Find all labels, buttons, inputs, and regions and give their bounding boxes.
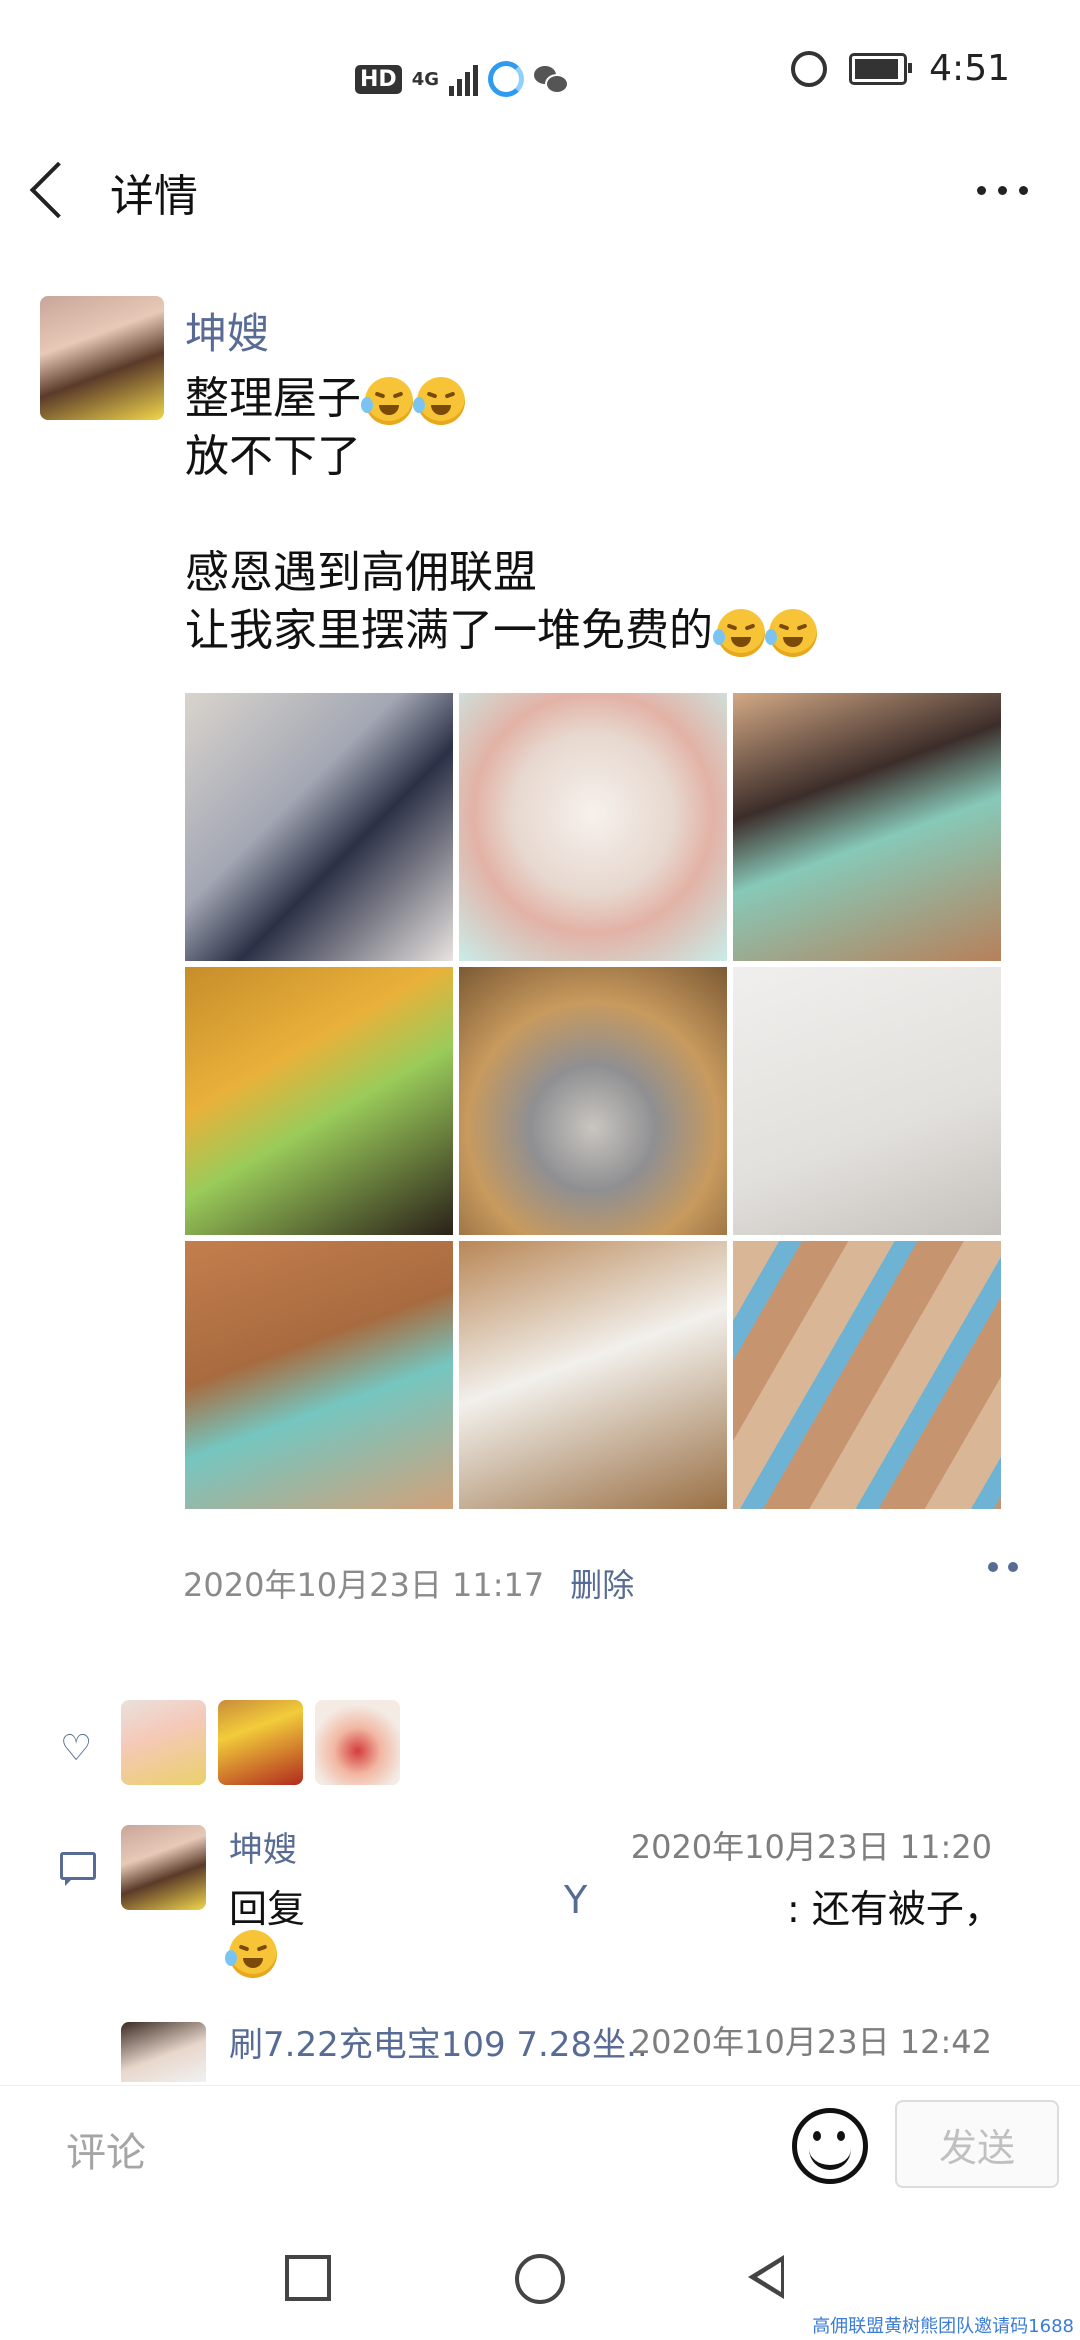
comment-text: 回复 Y : 还有被子， (229, 1878, 1009, 1933)
comment-author-avatar[interactable] (121, 1825, 206, 1910)
like-avatars (121, 1700, 400, 1785)
back-arrow-icon[interactable] (29, 161, 87, 219)
photo-1[interactable] (185, 693, 453, 961)
status-left: HD 4G (355, 55, 569, 103)
post-line-4: 感恩遇到高佣联盟 (185, 547, 537, 598)
hd-icon: HD (355, 64, 402, 94)
post-line-5: 让我家里摆满了一堆免费的 (185, 602, 817, 660)
more-options-icon[interactable] (977, 186, 1028, 195)
status-right: 4:51 (791, 48, 1010, 89)
comment-time: 2020年10月23日 12:42 (630, 2023, 992, 2061)
post-line-1: 整理屋子 (185, 370, 817, 428)
comment-emoji (225, 1930, 277, 1978)
crying-laughing-emoji-icon (361, 377, 413, 425)
photo-9[interactable] (733, 1241, 1001, 1509)
browser-icon (488, 61, 524, 97)
comment-icon (60, 1852, 96, 1886)
reply-prefix: 回复 (229, 1887, 306, 1931)
crying-laughing-emoji-icon (225, 1930, 277, 1978)
delete-link[interactable]: 删除 (570, 1560, 634, 1606)
post-line-3 (185, 486, 817, 544)
home-icon[interactable] (515, 2254, 565, 2304)
comment-time: 2020年10月23日 11:20 (630, 1828, 992, 1866)
post-author-avatar[interactable] (40, 296, 164, 420)
post-meta: 2020年10月23日 11:17 删除 (183, 1560, 634, 1606)
like-comment-menu-icon[interactable] (988, 1562, 1018, 1572)
back-nav-icon[interactable] (748, 2255, 784, 2299)
liker-avatar[interactable] (218, 1700, 303, 1785)
photo-6[interactable] (733, 967, 1001, 1235)
photo-8[interactable] (459, 1241, 727, 1509)
wechat-icon (534, 66, 569, 94)
photo-5[interactable] (459, 967, 727, 1235)
emoji-icon[interactable] (792, 2108, 868, 2184)
photo-7[interactable] (185, 1241, 453, 1509)
page-title: 详情 (110, 171, 198, 222)
watermark: 高佣联盟黄树熊团队邀请码1688 (812, 2316, 1074, 2337)
liker-avatar[interactable] (121, 1700, 206, 1785)
liker-avatar[interactable] (315, 1700, 400, 1785)
photo-2[interactable] (459, 693, 727, 961)
post-timestamp: 2020年10月23日 11:17 (183, 1566, 545, 1604)
status-time: 4:51 (929, 48, 1010, 89)
comment-author-avatar[interactable] (121, 2022, 206, 2082)
crying-laughing-emoji-icon (413, 377, 465, 425)
post-line-2: 放不下了 (185, 431, 361, 482)
comment-author-name[interactable]: 刷7.22充电宝109 7.28坐... (229, 2017, 649, 2066)
photo-3[interactable] (733, 693, 1001, 961)
reply-to-name[interactable]: Y (564, 1878, 587, 1922)
reply-text: : 还有被子， (787, 1887, 1002, 1931)
photo-grid (185, 693, 1001, 1509)
post-author-name[interactable]: 坤嫂 (185, 300, 269, 361)
alarm-icon (791, 50, 828, 87)
send-button[interactable]: 发送 (895, 2100, 1059, 2188)
comment-input[interactable]: 评论 (66, 2120, 146, 2178)
status-bar: HD 4G 4:51 (0, 0, 1080, 150)
crying-laughing-emoji-icon (765, 609, 817, 657)
network-label: 4G (411, 68, 439, 90)
recent-apps-icon[interactable] (285, 2255, 331, 2301)
crying-laughing-emoji-icon (713, 609, 765, 657)
signal-icon (449, 62, 478, 96)
photo-4[interactable] (185, 967, 453, 1235)
comment-author-name[interactable]: 坤嫂 (229, 1822, 297, 1871)
battery-icon (849, 52, 913, 85)
heart-icon: ♡ (60, 1728, 93, 1769)
post-body: 整理屋子 放不下了 感恩遇到高佣联盟 让我家里摆满了一堆免费的 (185, 370, 817, 660)
